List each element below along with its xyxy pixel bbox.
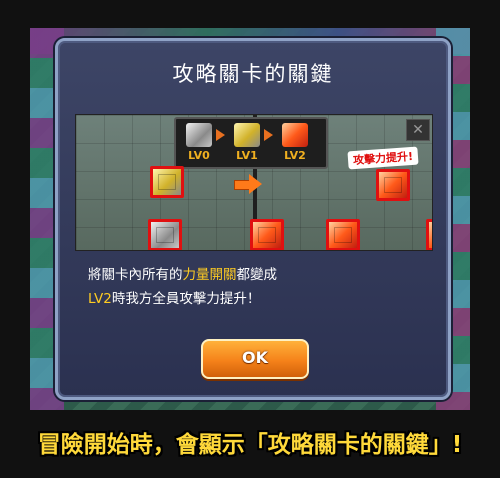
level-legend: LV0 LV1 LV2	[174, 117, 328, 169]
caption-banner: 冒險開始時，會顯示「攻略關卡的關鍵」!	[37, 432, 463, 458]
description-text: 將關卡內所有的	[88, 267, 183, 283]
power-switch-lv2-icon	[376, 169, 410, 201]
level-label-lv1: LV1	[236, 149, 258, 162]
dialog-title: 攻略關卡的關鍵	[172, 62, 334, 86]
power-switch-lv0-icon	[148, 219, 182, 250]
switch-lv1-icon	[234, 123, 260, 147]
description-line-2: LV2時我方全員攻擊力提升！	[88, 287, 418, 311]
description-line-1: 將關卡內所有的力量開關都變成	[88, 263, 418, 287]
level-label-lv2: LV2	[284, 149, 306, 162]
ok-button[interactable]: OK	[201, 339, 309, 379]
arrow-right-icon	[264, 129, 273, 141]
description-text: 都變成	[236, 267, 278, 283]
stage-preview-image: LV0 LV1 LV2 ✕ 攻擊力提升!	[75, 114, 433, 251]
screen-frame: 攻略關卡的關鍵 LV0 LV1 LV2 ✕ 攻擊力提升! 將關卡內所有的力量開關…	[0, 0, 500, 478]
switch-lv2-icon	[282, 123, 308, 147]
hint-description: 將關卡內所有的力量開關都變成 LV2時我方全員攻擊力提升！	[88, 263, 418, 311]
power-switch-lv2-icon	[326, 219, 360, 250]
level-label-lv0: LV0	[188, 149, 210, 162]
power-switch-lv2-icon	[250, 219, 284, 250]
hint-dialog: 攻略關卡的關鍵 LV0 LV1 LV2 ✕ 攻擊力提升! 將關卡內所有的力量開關…	[55, 38, 451, 400]
description-highlight: LV2	[88, 291, 112, 307]
description-text: 時我方全員攻擊力提升！	[111, 291, 261, 307]
power-switch-lv1-icon	[150, 166, 184, 198]
transform-arrow-icon	[234, 174, 262, 194]
description-highlight: 力量開關	[182, 267, 237, 283]
arrow-right-icon	[216, 129, 225, 141]
switch-lv0-icon	[186, 123, 212, 147]
power-switch-lv2-icon	[426, 219, 432, 250]
close-icon: ✕	[406, 119, 430, 141]
